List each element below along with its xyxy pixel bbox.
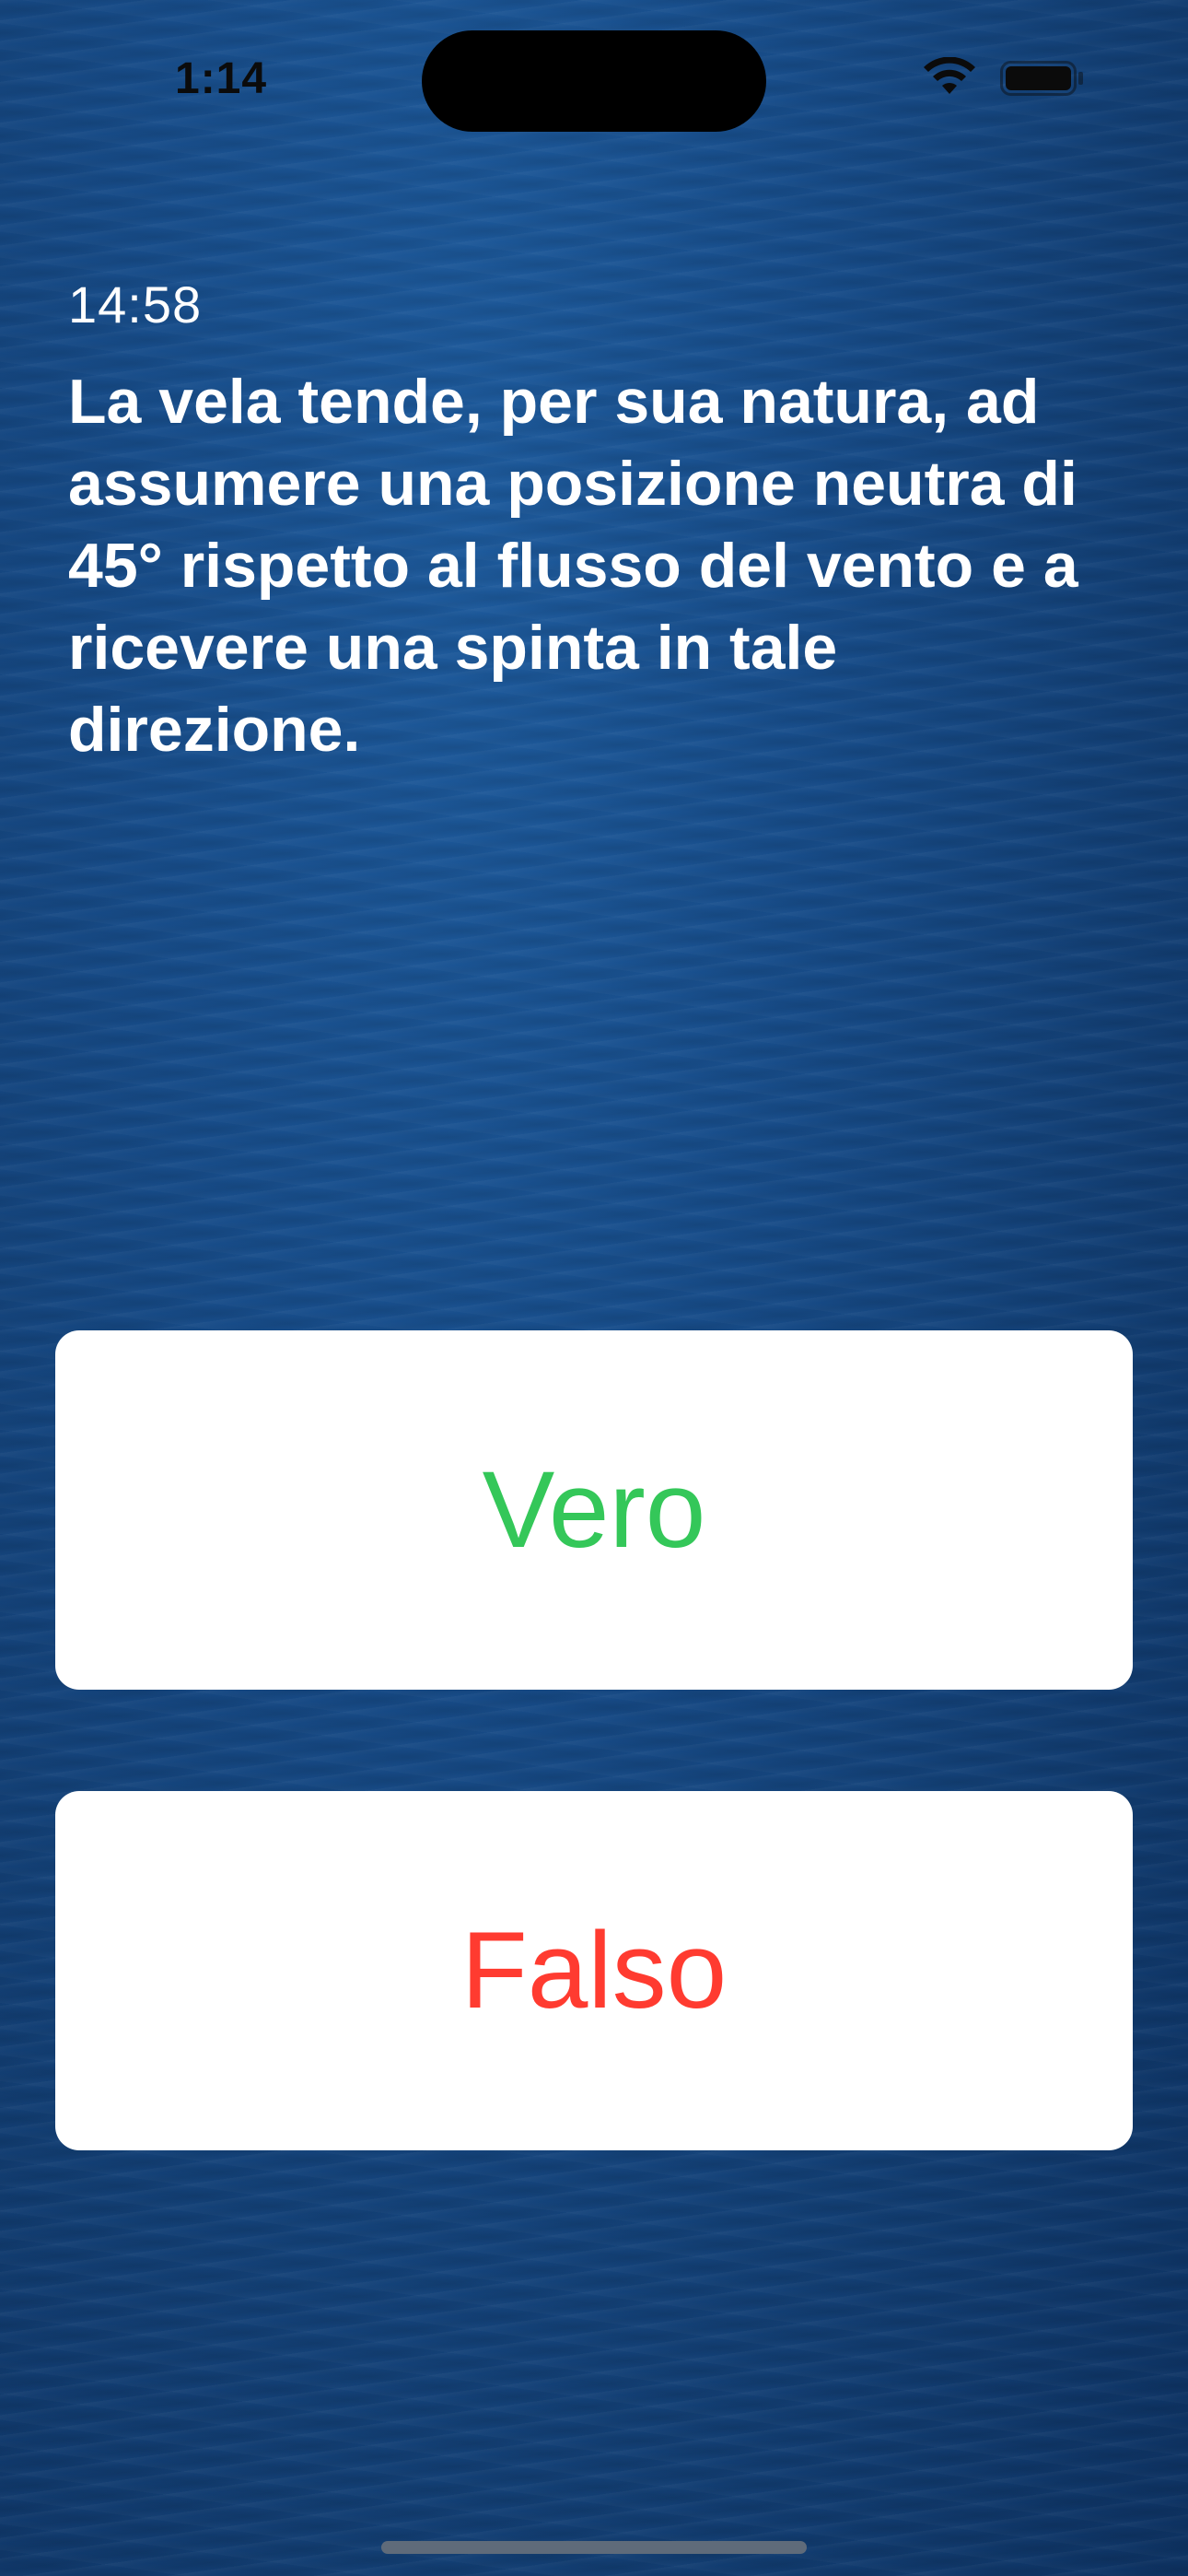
status-bar: 1:14: [0, 0, 1188, 157]
battery-icon: [1000, 61, 1083, 96]
question-text: La vela tende, per sua natura, ad assume…: [68, 367, 1078, 765]
false-button-label: Falso: [460, 1910, 728, 2032]
true-button[interactable]: Vero: [55, 1330, 1133, 1690]
false-button[interactable]: Falso: [55, 1791, 1133, 2150]
quiz-timer: 14:58: [68, 275, 203, 334]
status-time: 1:14: [175, 54, 268, 103]
wifi-icon: [924, 57, 975, 94]
dynamic-island: [422, 30, 766, 132]
true-button-label: Vero: [482, 1449, 706, 1571]
home-indicator[interactable]: [381, 2541, 807, 2554]
